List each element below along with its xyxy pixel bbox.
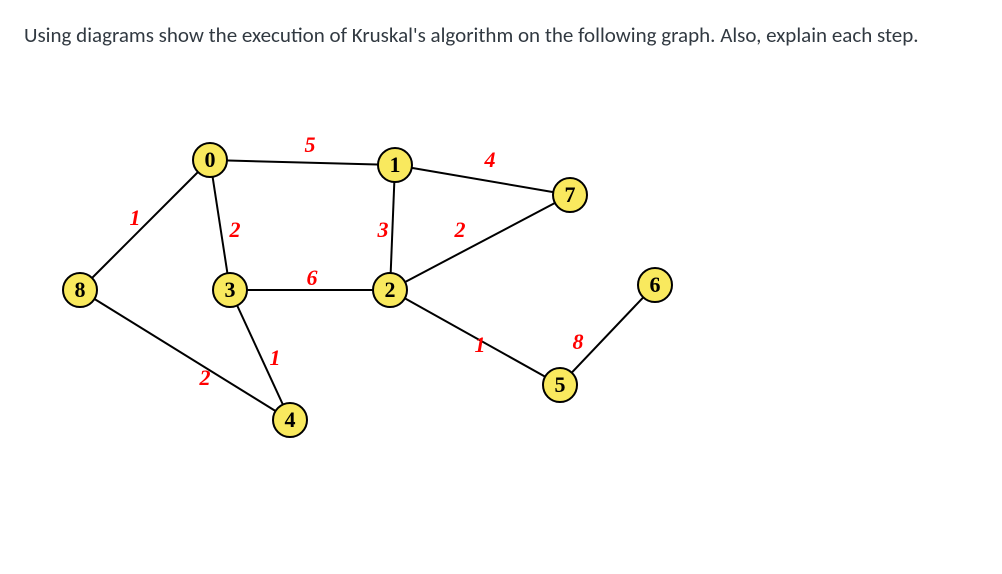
edge-0-1 (210, 160, 395, 165)
node-8: 8 (62, 272, 98, 308)
edge-weight-4-8: 2 (200, 365, 211, 391)
edge-weight-0-1: 5 (305, 132, 316, 158)
edge-0-8 (80, 160, 210, 290)
question-text: Using diagrams show the execution of Kru… (24, 18, 978, 54)
edge-4-8 (80, 290, 290, 420)
edge-weight-2-7: 2 (455, 217, 466, 243)
edge-weight-0-8: 1 (130, 205, 141, 231)
edge-2-7 (390, 195, 570, 290)
node-7: 7 (552, 177, 588, 213)
node-4: 4 (272, 402, 308, 438)
node-3: 3 (212, 272, 248, 308)
edge-weight-1-2: 3 (378, 217, 389, 243)
edge-1-7 (395, 165, 570, 195)
edge-weight-1-7: 4 (485, 147, 496, 173)
node-6: 6 (637, 267, 673, 303)
edge-0-3 (210, 160, 230, 290)
graph-diagram: 0 1 2 3 4 5 6 7 8 5 2 1 3 4 6 1 2 1 2 8 (50, 110, 730, 490)
edge-weight-2-3: 6 (307, 265, 318, 291)
edge-weight-5-6: 8 (573, 329, 584, 355)
node-0: 0 (192, 142, 228, 178)
node-1: 1 (377, 147, 413, 183)
node-5: 5 (542, 367, 578, 403)
edge-weight-2-5: 1 (475, 332, 486, 358)
edge-weight-3-4: 1 (270, 345, 281, 371)
edge-weight-0-3: 2 (230, 217, 241, 243)
node-2: 2 (372, 272, 408, 308)
